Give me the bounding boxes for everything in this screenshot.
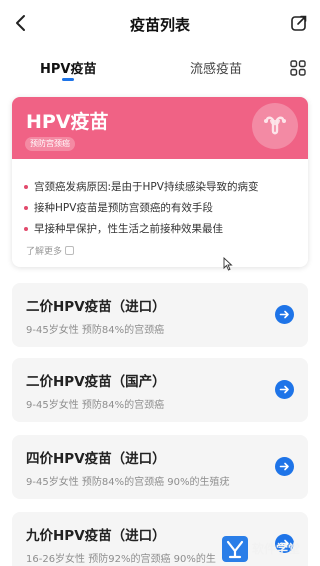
vaccine-card[interactable]: 四价HPV疫苗（进口） 9-45岁女性 预防84%的宫颈癌 90%的生殖疣 xyxy=(12,435,308,499)
vaccine-title: 二价HPV疫苗（国产） xyxy=(26,374,166,390)
doc-icon xyxy=(65,246,75,255)
tab-bar: HPV疫苗 流感疫苗 xyxy=(0,52,320,82)
vaccine-title: 九价HPV疫苗（进口） xyxy=(26,528,166,544)
header: 疫苗列表 xyxy=(0,0,320,48)
list-item: 接种HPV疫苗是预防宫颈癌的有效手段 xyxy=(24,198,300,219)
watermark-logo-icon xyxy=(222,536,248,562)
watermark: 软件学堂 xyxy=(222,536,320,564)
watermark-text: 软件学堂 xyxy=(252,542,301,556)
hpv-info-card: HPV疫苗 预防宫颈癌 宫颈癌发病原因:是由于HPV持续感染导致的病变 接种HP… xyxy=(12,97,308,267)
page-title: 疫苗列表 xyxy=(129,16,190,34)
grid-menu-icon[interactable] xyxy=(290,60,306,76)
hero-tag: 预防宫颈癌 xyxy=(25,137,75,151)
learn-more-link[interactable]: 了解更多 xyxy=(26,244,75,257)
hero-banner: HPV疫苗 预防宫颈癌 xyxy=(12,97,308,159)
tab-hpv-vaccine[interactable]: HPV疫苗 xyxy=(40,58,96,77)
bullet-icon xyxy=(24,227,28,231)
vaccine-subtitle: 9-45岁女性 预防84%的宫颈癌 90%的生殖疣 xyxy=(26,477,230,488)
vaccine-subtitle: 9-45岁女性 预防84%的宫颈癌 xyxy=(26,325,165,336)
active-tab-indicator xyxy=(62,78,74,81)
list-item: 宫颈癌发病原因:是由于HPV持续感染导致的病变 xyxy=(24,177,300,198)
vaccine-title: 二价HPV疫苗（进口） xyxy=(26,299,166,315)
arrow-right-icon[interactable] xyxy=(275,457,294,476)
arrow-right-icon[interactable] xyxy=(275,305,294,324)
share-icon[interactable] xyxy=(290,14,308,32)
vaccine-subtitle: 16-26岁女性 预防92%的宫颈癌 90%的生 xyxy=(26,554,216,565)
arrow-right-icon[interactable] xyxy=(275,380,294,399)
vaccine-title: 四价HPV疫苗（进口） xyxy=(26,451,166,467)
vaccine-card[interactable]: 二价HPV疫苗（国产） 9-45岁女性 预防84%的宫颈癌 xyxy=(12,358,308,422)
vaccine-card[interactable]: 二价HPV疫苗（进口） 9-45岁女性 预防84%的宫颈癌 xyxy=(12,283,308,347)
bullet-icon xyxy=(24,185,28,189)
hero-title: HPV疫苗 xyxy=(26,111,109,133)
tab-flu-vaccine[interactable]: 流感疫苗 xyxy=(190,58,242,77)
mouse-cursor-icon xyxy=(223,257,233,271)
bullet-icon xyxy=(24,206,28,210)
vaccine-subtitle: 9-45岁女性 预防84%的宫颈癌 xyxy=(26,400,165,411)
hero-facts: 宫颈癌发病原因:是由于HPV持续感染导致的病变 接种HPV疫苗是预防宫颈癌的有效… xyxy=(24,177,300,240)
list-item: 早接种早保护，性生活之前接种效果最佳 xyxy=(24,219,300,240)
uterus-icon xyxy=(252,103,298,149)
